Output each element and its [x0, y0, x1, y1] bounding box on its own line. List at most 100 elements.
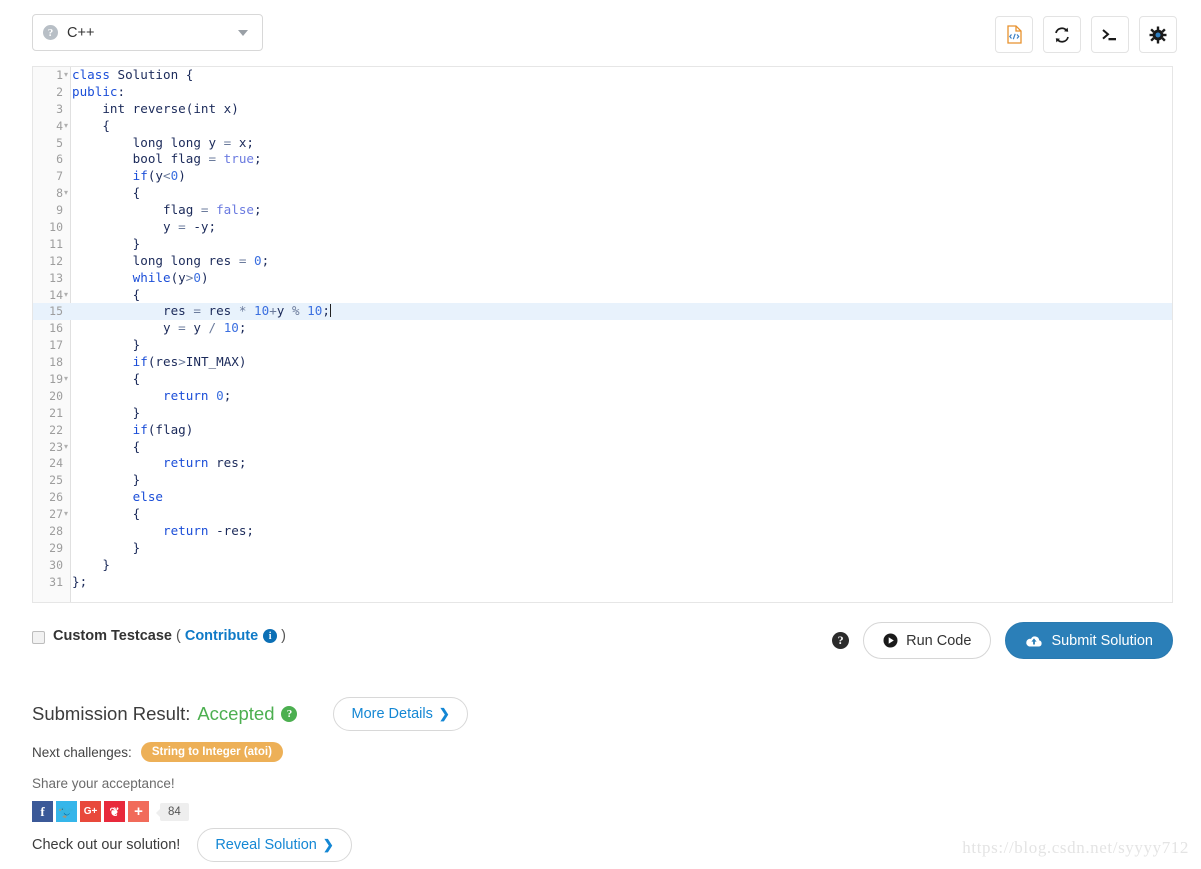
reveal-solution-button[interactable]: Reveal Solution ❯	[197, 828, 352, 862]
code-line[interactable]: 23 ▾ {	[49, 438, 1172, 456]
line-number: 11	[49, 236, 63, 251]
code-fold-toggle-icon[interactable]: ▾	[64, 118, 68, 135]
next-challenge-badge[interactable]: String to Integer (atoi)	[140, 742, 283, 762]
code-definition-button[interactable]	[995, 16, 1033, 53]
code-line[interactable]: 27 ▾ {	[49, 506, 1172, 523]
contribute-link[interactable]: Contribute	[185, 628, 258, 644]
code-line-text: y = -y;	[72, 219, 217, 235]
reveal-solution-label: Check out our solution!	[32, 837, 181, 853]
line-number: 4	[56, 118, 63, 133]
share-googleplus-button[interactable]: G+	[80, 801, 101, 822]
code-line[interactable]: 20 return 0;	[49, 387, 1172, 405]
help-circle-icon[interactable]: ?	[832, 632, 850, 649]
code-line[interactable]: 28 return -res;	[49, 523, 1172, 540]
code-line-text: else	[132, 489, 164, 505]
code-line-text: };	[72, 573, 88, 589]
code-line[interactable]: 31};	[49, 573, 1172, 591]
code-line[interactable]: 12 long long res = 0;	[49, 252, 1172, 270]
language-select[interactable]: ? C++	[32, 14, 263, 51]
code-line[interactable]: 4 ▾ {	[56, 118, 1172, 135]
code-fold-toggle-icon[interactable]: ▾	[64, 439, 68, 456]
custom-testcase-row: Custom Testcase ( Contribute i )	[32, 628, 290, 644]
code-line[interactable]: 13 while(y>0)	[49, 269, 1172, 287]
code-line-text: long long res = 0;	[72, 252, 270, 268]
language-select-value: C++	[67, 24, 95, 41]
code-line[interactable]: 5 long long y = x;	[56, 134, 1172, 152]
editor-code-area[interactable]: 1 ▾ class Solution {2 public: 3 int reverse(…	[33, 67, 1172, 602]
code-line-text: bool flag = true;	[72, 151, 262, 167]
code-line[interactable]: 25 }	[49, 472, 1172, 489]
code-line[interactable]: 17 }	[49, 337, 1172, 354]
chevron-down-icon	[238, 30, 248, 36]
code-line[interactable]: 21 }	[49, 405, 1172, 422]
code-line-text: if(y<0)	[132, 168, 186, 184]
code-line[interactable]: 11 }	[49, 236, 1172, 253]
line-number: 8	[56, 186, 63, 201]
code-line-text: return 0;	[163, 387, 232, 403]
code-line-text: public:	[72, 83, 126, 99]
code-line[interactable]: 6 bool flag = true;	[56, 151, 1172, 168]
code-line[interactable]: 9 flag = false;	[56, 202, 1172, 219]
code-line-text: y = y / 10;	[72, 320, 247, 336]
share-more-button[interactable]: +	[128, 801, 149, 822]
code-line[interactable]: 19 ▾ {	[49, 371, 1172, 388]
line-number: 6	[56, 152, 63, 167]
code-line[interactable]: 14 ▾ {	[49, 287, 1172, 304]
reset-code-button[interactable]	[1043, 16, 1081, 53]
line-number: 7	[56, 169, 63, 184]
custom-testcase-checkbox[interactable]	[32, 630, 45, 644]
code-line[interactable]: 30 }	[49, 557, 1172, 574]
code-fold-toggle-icon[interactable]: ▾	[64, 67, 68, 84]
info-circle-icon[interactable]: i	[263, 629, 278, 643]
code-line[interactable]: 7 if(y<0)	[56, 168, 1172, 185]
code-fold-toggle-icon[interactable]: ▾	[64, 506, 68, 523]
cloud-upload-icon	[1026, 635, 1043, 646]
code-line[interactable]: 3 int reverse(int x)	[56, 101, 1172, 118]
more-details-button[interactable]: More Details ❯	[333, 697, 468, 731]
toolbar-button-group	[995, 16, 1177, 53]
line-number: 25	[49, 473, 63, 488]
help-circle-icon[interactable]: ?	[281, 706, 298, 722]
code-line-text: class Solution {	[72, 67, 194, 82]
code-line-text: while(y>0)	[132, 269, 209, 285]
code-line[interactable]: 10 y = -y;	[49, 219, 1172, 236]
code-line[interactable]: 18 if(res>INT_MAX)	[49, 354, 1172, 371]
code-editor[interactable]: 1 ▾ class Solution {2 public: 3 int reverse(…	[32, 66, 1173, 603]
share-facebook-button[interactable]: f	[32, 801, 53, 822]
share-twitter-button[interactable]: 🐦	[56, 801, 77, 822]
submit-solution-button[interactable]: Submit Solution	[1005, 622, 1173, 659]
line-number: 2	[56, 84, 63, 99]
run-code-button[interactable]: Run Code	[863, 622, 992, 659]
code-line-text: if(res>INT_MAX)	[132, 354, 247, 370]
code-line-text: return -res;	[163, 523, 254, 539]
code-line[interactable]: 2 public:	[56, 83, 1172, 101]
code-line-text: {	[72, 438, 141, 454]
line-number: 12	[49, 253, 63, 268]
line-number: 1	[56, 68, 63, 82]
code-fold-toggle-icon[interactable]: ▾	[64, 185, 68, 202]
share-weibo-button[interactable]: ❦	[104, 801, 125, 822]
line-number: 17	[49, 338, 63, 353]
code-fold-toggle-icon[interactable]: ▾	[64, 371, 68, 388]
line-number: 5	[56, 135, 63, 150]
code-line[interactable]: 29 }	[49, 540, 1172, 557]
code-line[interactable]: 24 return res;	[49, 455, 1172, 472]
code-fold-toggle-icon[interactable]: ▾	[64, 287, 68, 304]
code-line[interactable]: 16 y = y / 10;	[49, 320, 1172, 337]
code-line[interactable]: 22 if(flag)	[49, 422, 1172, 439]
submission-result-label: Submission Result:	[32, 703, 191, 724]
line-number: 26	[49, 490, 63, 505]
code-line[interactable]: 26 else	[49, 489, 1172, 506]
settings-button[interactable]	[1139, 16, 1177, 53]
console-button[interactable]	[1091, 16, 1129, 53]
code-line-text: long long y = x;	[72, 134, 254, 150]
code-line-text: return res;	[163, 455, 247, 471]
submission-result-row: Submission Result: Accepted ? More Detai…	[32, 697, 468, 731]
code-line[interactable]: 1 ▾ class Solution {	[56, 67, 1172, 84]
code-line[interactable]: 8 ▾ {	[56, 185, 1172, 202]
line-number: 24	[49, 456, 63, 471]
line-number: 21	[49, 405, 63, 420]
code-line[interactable]: 15 res = res * 10+y % 10;	[33, 303, 1172, 321]
code-line-text: }	[72, 337, 141, 353]
file-code-icon	[1006, 25, 1022, 44]
